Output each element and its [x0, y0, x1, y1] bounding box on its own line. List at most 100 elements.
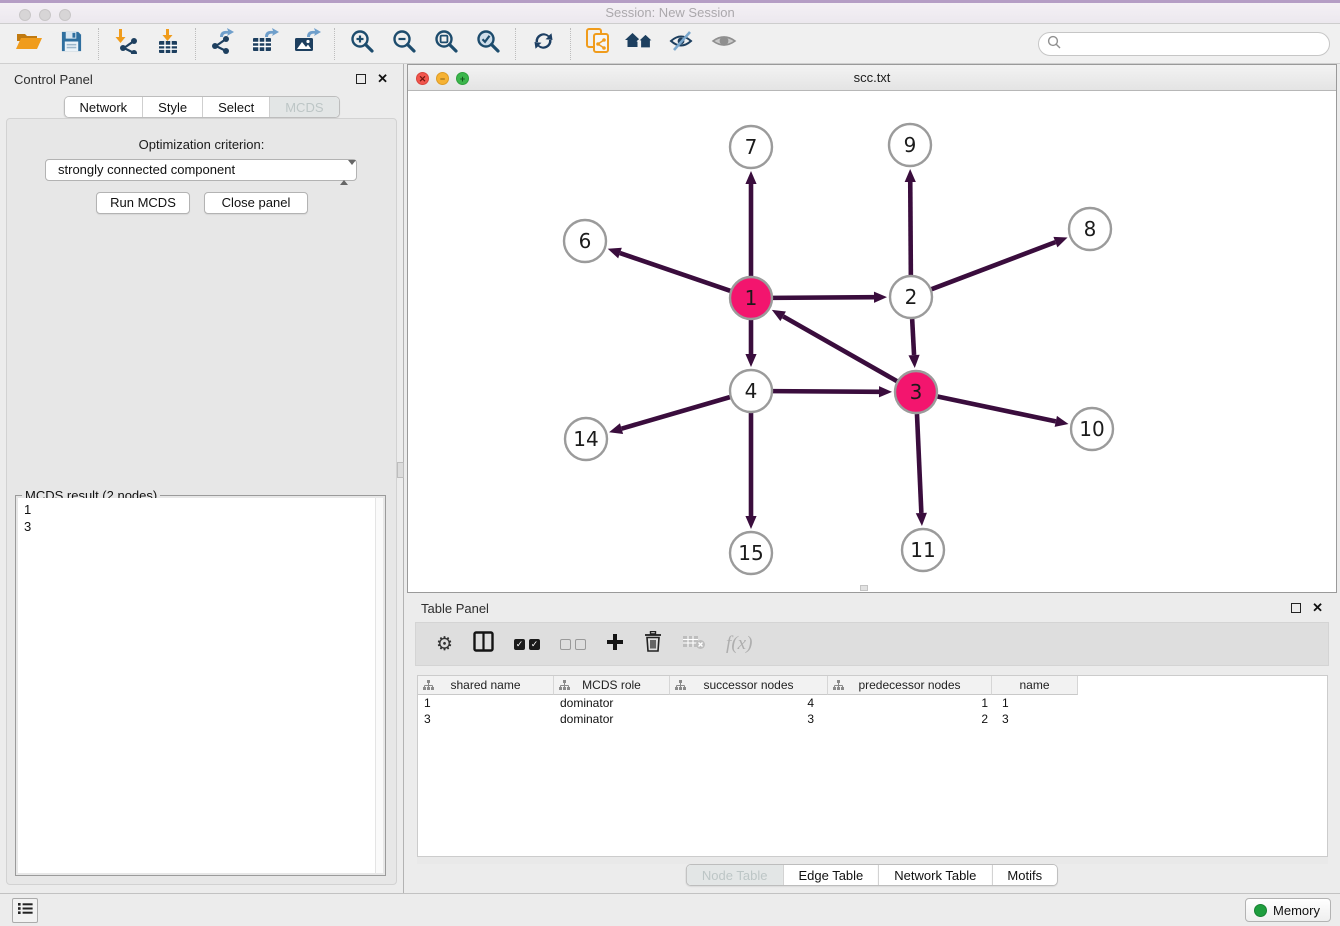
edge-4-3[interactable] — [773, 391, 879, 392]
node-label-9: 9 — [904, 133, 917, 157]
float-panel-icon[interactable] — [356, 74, 366, 84]
mcds-panel: Optimization criterion: strongly connect… — [6, 118, 397, 885]
edge-2-9[interactable] — [910, 182, 911, 275]
export-table-button[interactable] — [244, 27, 286, 61]
table-cell: dominator — [554, 695, 670, 711]
criterion-dropdown[interactable]: strongly connected component — [45, 159, 357, 181]
memory-button[interactable]: Memory — [1245, 898, 1331, 922]
import-network-button[interactable] — [105, 27, 147, 61]
table-cell: 3 — [418, 711, 554, 727]
delete-column-trash-icon[interactable] — [644, 631, 662, 657]
close-network-icon[interactable]: ✕ — [416, 72, 429, 85]
edge-2-3[interactable] — [912, 319, 914, 355]
zoom-in-button[interactable] — [341, 27, 383, 61]
edge-3-10[interactable] — [938, 397, 1056, 422]
search-icon — [1047, 35, 1061, 54]
open-session-button[interactable] — [8, 27, 50, 61]
deselect-all-icon[interactable] — [560, 639, 586, 650]
table-cell: 3 — [670, 711, 828, 727]
clone-network-button[interactable] — [577, 27, 619, 61]
zoom-selected-button[interactable] — [467, 27, 509, 61]
table-cell: 3 — [992, 711, 1078, 727]
maximize-window-icon[interactable] — [59, 9, 71, 21]
clone-network-icon — [585, 27, 611, 60]
column-header-name[interactable]: name — [992, 676, 1078, 695]
hide-panels-button[interactable] — [661, 27, 703, 61]
network-canvas[interactable]: 1234678910111415 — [408, 91, 1336, 592]
tab-edge-table[interactable]: Edge Table — [782, 865, 878, 885]
canvas-splitter-handle[interactable] — [860, 585, 868, 591]
search-box[interactable] — [1038, 32, 1330, 56]
edge-1-6[interactable] — [620, 253, 730, 291]
table-panel: Table Panel ✕ ⚙ ✓✓ f(x) shared nameMCDS … — [407, 593, 1337, 893]
table-row[interactable]: 1dominator411 — [418, 695, 1327, 711]
tab-mcds[interactable]: MCDS — [269, 97, 338, 117]
mcds-result-group: MCDS result (2 nodes) 1 3 — [15, 495, 386, 876]
control-panel-title: Control Panel — [14, 72, 93, 87]
edge-2-8[interactable] — [932, 242, 1056, 289]
open-folder-icon — [15, 30, 43, 57]
mcds-result-text[interactable]: 1 3 — [18, 498, 383, 873]
zoom-fit-button[interactable] — [425, 27, 467, 61]
tab-motifs[interactable]: Motifs — [991, 865, 1057, 885]
edge-arrowhead — [1055, 416, 1069, 427]
tab-style[interactable]: Style — [142, 97, 202, 117]
toolbar-divider — [570, 28, 571, 60]
edge-1-2[interactable] — [773, 297, 874, 298]
export-network-button[interactable] — [202, 27, 244, 61]
column-header-successor-nodes[interactable]: successor nodes — [670, 676, 828, 695]
double-home-icon — [625, 30, 655, 57]
toolbar-divider — [195, 28, 196, 60]
result-scrollbar[interactable] — [375, 498, 383, 873]
session-title: Session: New Session — [0, 3, 1340, 23]
search-input[interactable] — [1065, 37, 1329, 51]
export-image-button[interactable] — [286, 27, 328, 61]
minimize-network-icon[interactable]: − — [436, 72, 449, 85]
toolbar-divider — [98, 28, 99, 60]
table-settings-gear-icon[interactable]: ⚙ — [436, 633, 453, 655]
network-window-titlebar[interactable]: ✕ − + scc.txt — [408, 65, 1336, 91]
network-graph[interactable]: 1234678910111415 — [408, 91, 1336, 593]
tab-node-table[interactable]: Node Table — [687, 865, 783, 885]
node-label-10: 10 — [1079, 417, 1104, 441]
zoom-out-icon — [392, 29, 417, 59]
edge-3-1[interactable] — [783, 316, 897, 381]
tab-network[interactable]: Network — [64, 97, 142, 117]
import-table-button[interactable] — [147, 27, 189, 61]
column-header-predecessor-nodes[interactable]: predecessor nodes — [828, 676, 992, 695]
run-mcds-button[interactable]: Run MCDS — [96, 192, 190, 214]
home-button[interactable] — [619, 27, 661, 61]
control-panel: Control Panel ✕ NetworkStyleSelectMCDS O… — [0, 64, 404, 893]
zoom-out-button[interactable] — [383, 27, 425, 61]
apply-layout-button[interactable] — [522, 27, 564, 61]
save-session-button[interactable] — [50, 27, 92, 61]
close-window-icon[interactable] — [19, 9, 31, 21]
column-visibility-icon[interactable] — [473, 631, 494, 657]
float-table-panel-icon[interactable] — [1291, 603, 1301, 613]
function-builder-icon: f(x) — [726, 633, 752, 655]
select-all-icon[interactable]: ✓✓ — [514, 639, 540, 650]
minimize-window-icon[interactable] — [39, 9, 51, 21]
edge-3-11[interactable] — [917, 414, 921, 513]
close-table-panel-icon[interactable]: ✕ — [1312, 600, 1323, 616]
close-panel-button[interactable]: Close panel — [204, 192, 308, 214]
show-panels-button[interactable] — [703, 27, 745, 61]
table-panel-header: Table Panel ✕ — [407, 593, 1337, 622]
edge-4-14[interactable] — [622, 397, 730, 429]
column-header-shared-name[interactable]: shared name — [418, 676, 554, 695]
table-row[interactable]: 3dominator323 — [418, 711, 1327, 727]
table-cell: dominator — [554, 711, 670, 727]
close-panel-icon[interactable]: ✕ — [377, 71, 388, 87]
edge-arrowhead — [609, 423, 623, 434]
tab-select[interactable]: Select — [202, 97, 269, 117]
export-table-icon — [251, 28, 279, 59]
add-column-plus-icon[interactable] — [606, 633, 624, 656]
table-header-row: shared nameMCDS rolesuccessor nodesprede… — [418, 676, 1327, 695]
maximize-network-icon[interactable]: + — [456, 72, 469, 85]
task-history-button[interactable] — [12, 898, 38, 923]
tab-network-table[interactable]: Network Table — [878, 865, 991, 885]
panel-splitter-handle[interactable] — [397, 462, 404, 478]
table-cell: 1 — [992, 695, 1078, 711]
column-header-MCDS-role[interactable]: MCDS role — [554, 676, 670, 695]
export-image-icon — [293, 28, 321, 59]
